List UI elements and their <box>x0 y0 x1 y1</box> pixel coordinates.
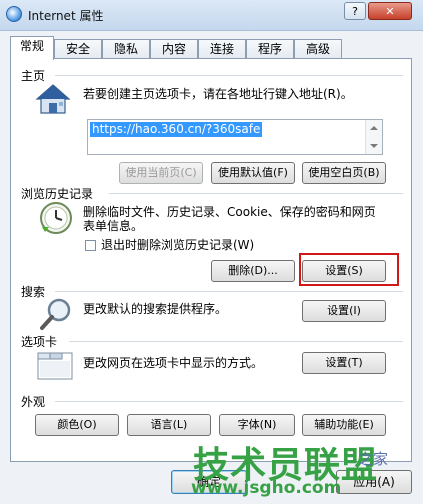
tabs-section-label: 选项卡 <box>21 335 58 349</box>
tab-privacy[interactable]: 隐私 <box>102 39 150 59</box>
delete-on-exit-label[interactable]: 退出时删除浏览历史记录(W) <box>101 238 254 253</box>
tab-connections[interactable]: 连接 <box>198 39 246 59</box>
title-bar: Internet 属性 ? ✕ <box>0 0 423 31</box>
tab-security[interactable]: 安全 <box>54 39 102 59</box>
tabs-divider <box>69 341 403 342</box>
scroll-up-icon[interactable] <box>370 126 378 130</box>
home-description: 若要创建主页选项卡，请在各地址行键入地址(R)。 <box>83 87 353 101</box>
search-divider <box>55 291 403 292</box>
appearance-section-label: 外观 <box>21 395 46 409</box>
accessibility-button[interactable]: 辅助功能(E) <box>302 414 386 436</box>
tab-programs[interactable]: 程序 <box>246 39 294 59</box>
general-tab-panel: 主页 若要创建主页选项卡，请在各地址行键入地址(R)。 https://hao.… <box>10 58 412 462</box>
tab-advanced[interactable]: 高级 <box>294 39 342 59</box>
internet-options-icon <box>6 6 22 22</box>
watermark-url: www.jsgho.com <box>191 478 342 498</box>
fonts-button[interactable]: 字体(N) <box>219 414 295 436</box>
tab-content[interactable]: 内容 <box>150 39 198 59</box>
history-description-line2: 表单信息。 <box>83 219 144 233</box>
history-section-label: 浏览历史记录 <box>21 187 94 201</box>
appearance-divider <box>55 401 403 402</box>
delete-history-button[interactable]: 删除(D)... <box>211 260 295 282</box>
delete-on-exit-checkbox[interactable] <box>85 240 96 251</box>
colors-button[interactable]: 颜色(O) <box>35 414 119 436</box>
history-clock-icon <box>40 202 72 234</box>
home-url-textbox[interactable]: https://hao.360.cn/?360safe <box>87 119 383 155</box>
use-blank-button[interactable]: 使用空白页(B) <box>302 162 386 184</box>
scroll-down-icon[interactable] <box>370 144 378 148</box>
tabs-description: 更改网页在选项卡中显示的方式。 <box>83 356 264 370</box>
tabs-settings-button[interactable]: 设置(T) <box>302 352 386 374</box>
home-house-icon <box>35 84 71 114</box>
internet-options-window: Internet 属性 ? ✕ 常规 安全 隐私 内容 连接 程序 高级 主页 … <box>0 0 423 504</box>
home-url-value: https://hao.360.cn/?360safe <box>90 122 263 137</box>
history-description-line1: 删除临时文件、历史记录、Cookie、保存的密码和网页 <box>83 205 376 219</box>
help-button[interactable]: ? <box>344 2 366 20</box>
tabs-window-icon <box>37 352 73 380</box>
home-section-label: 主页 <box>21 69 46 83</box>
close-button[interactable]: ✕ <box>368 2 412 20</box>
tab-general[interactable]: 常规 <box>10 36 54 60</box>
search-description: 更改默认的搜索提供程序。 <box>83 302 228 316</box>
history-divider <box>109 193 403 194</box>
search-magnifier-icon <box>40 298 71 330</box>
use-current-button[interactable]: 使用当前页(C) <box>119 162 203 184</box>
search-settings-button[interactable]: 设置(I) <box>302 300 386 322</box>
watermark-side-text: 之家 <box>358 450 389 468</box>
languages-button[interactable]: 语言(L) <box>127 414 211 436</box>
use-default-button[interactable]: 使用默认值(F) <box>211 162 295 184</box>
home-divider <box>55 75 403 76</box>
settings-highlight-box <box>299 253 399 286</box>
window-title: Internet 属性 <box>28 9 104 23</box>
url-scrollbar[interactable] <box>365 120 382 154</box>
